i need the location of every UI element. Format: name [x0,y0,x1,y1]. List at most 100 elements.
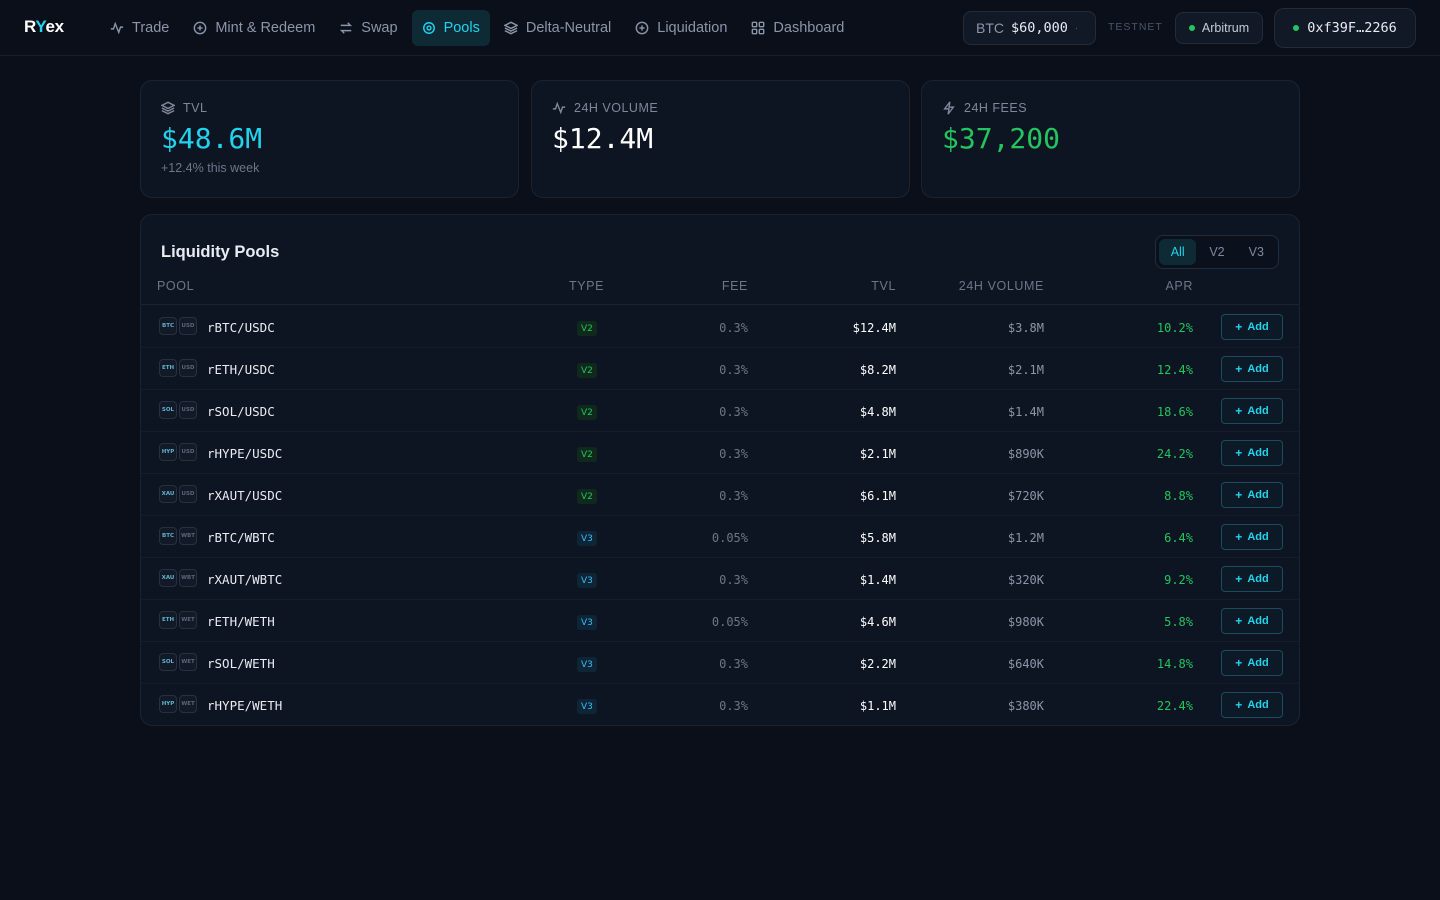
table-row[interactable]: BTC WBT rBTC/WBTC V3 0.05% $5.8M $1.2M 6.4% + Add [141,516,1299,558]
token-pair-icons: SOL WET [159,653,197,671]
pool-tvl: $2.2M [859,657,896,671]
stat-value: $37,200 [942,122,1061,155]
base-token-icon: XAU [159,485,177,503]
quote-token-icon: WET [179,695,197,713]
network-selector[interactable]: Arbitrum [1175,12,1263,44]
base-token-icon: HYP [159,443,177,461]
pool-type-badge: V2 [577,447,597,462]
pool-pair: rSOL/WETH [207,656,275,671]
add-liquidity-button[interactable]: + Add [1221,650,1283,676]
filter-all[interactable]: All [1159,239,1197,265]
filter-v2[interactable]: V2 [1198,239,1235,265]
base-token-icon: BTC [159,317,177,335]
pool-type-badge: V3 [577,573,597,588]
pool-fee: 0.3% [719,489,748,503]
column-header-pool[interactable]: POOL [157,279,194,293]
nav-dashboard[interactable]: Dashboard [741,10,854,46]
pool-apr: 18.6% [1156,405,1193,419]
token-pair-icons: XAU USD [159,485,197,503]
logo[interactable]: RYex [24,17,64,37]
add-liquidity-button[interactable]: + Add [1221,440,1283,466]
add-label: Add [1247,531,1269,543]
table-row[interactable]: XAU WBT rXAUT/WBTC V3 0.3% $1.4M $320K 9.2% + Add [141,558,1299,600]
pool-apr: 12.4% [1156,363,1193,377]
plus-icon: + [1235,614,1243,628]
table-row[interactable]: XAU USD rXAUT/USDC V2 0.3% $6.1M $720K 8.8% + Add [141,474,1299,516]
pool-pair: rETH/WETH [207,614,275,629]
nav-mint-redeem[interactable]: Mint & Redeem [183,10,325,46]
token-pair-icons: ETH USD [159,359,197,377]
target-icon [422,22,435,34]
pool-type-badge: V3 [577,615,597,630]
swap-icon [340,22,353,34]
stat-label: 24H VOLUME [574,101,659,115]
pool-pair: rXAUT/USDC [207,488,283,503]
table-row[interactable]: HYP WET rHYPE/WETH V3 0.3% $1.1M $380K 22.4% + Ad… [141,684,1299,725]
add-liquidity-button[interactable]: + Add [1221,482,1283,508]
layers-icon [161,101,175,115]
liquidity-pools-panel: Liquidity Pools All V2 V3 POOL TYPE FEE … [140,214,1300,726]
wallet-button[interactable]: 0xf39F…2266 [1274,8,1416,48]
pool-tvl: $4.8M [859,405,896,419]
pool-24h-volume: $640K [1007,657,1044,671]
plus-icon: + [1235,530,1243,544]
activity-icon [552,101,566,115]
table-row[interactable]: BTC USD rBTC/USDC V2 0.3% $12.4M $3.8M 10.2% + Ad… [141,306,1299,348]
stat-value: $12.4M [552,122,654,155]
pool-apr: 22.4% [1156,699,1193,713]
btc-price-ticker[interactable]: BTC $60,000 · [963,11,1096,45]
add-liquidity-button[interactable]: + Add [1221,356,1283,382]
activity-icon [110,21,124,35]
pool-fee: 0.3% [719,657,748,671]
pool-tvl: $2.1M [859,447,896,461]
add-liquidity-button[interactable]: + Add [1221,398,1283,424]
pool-type-badge: V2 [577,405,597,420]
pool-apr: 24.2% [1156,447,1193,461]
add-label: Add [1247,699,1269,711]
token-pair-icons: XAU WBT [159,569,197,587]
pool-type-filter: All V2 V3 [1155,235,1279,269]
pool-24h-volume: $890K [1007,447,1044,461]
pool-24h-volume: $380K [1007,699,1044,713]
nav-liquidation[interactable]: Liquidation [625,10,737,46]
table-row[interactable]: HYP USD rHYPE/USDC V2 0.3% $2.1M $890K 24.2% + Ad… [141,432,1299,474]
add-liquidity-button[interactable]: + Add [1221,692,1283,718]
panel-title: Liquidity Pools [161,243,280,261]
add-label: Add [1247,615,1269,627]
pool-apr: 5.8% [1164,615,1193,629]
table-row[interactable]: ETH WET rETH/WETH V3 0.05% $4.6M $980K 5.8% + Add [141,600,1299,642]
table-row[interactable]: ETH USD rETH/USDC V2 0.3% $8.2M $2.1M 12.4% + Add [141,348,1299,390]
token-pair-icons: SOL USD [159,401,197,419]
add-liquidity-button[interactable]: + Add [1221,608,1283,634]
add-label: Add [1247,573,1269,585]
quote-token-icon: USD [179,485,197,503]
testnet-label: TESTNET [1108,21,1163,33]
pool-24h-volume: $3.8M [1007,321,1044,335]
column-header-type[interactable]: TYPE [569,279,604,293]
pool-tvl: $12.4M [852,321,896,335]
pool-24h-volume: $720K [1007,489,1044,503]
base-token-icon: ETH [159,611,177,629]
add-liquidity-button[interactable]: + Add [1221,566,1283,592]
pool-24h-volume: $1.2M [1007,531,1044,545]
plus-icon: + [1235,488,1243,502]
column-header-tvl[interactable]: TVL [871,279,896,293]
add-liquidity-button[interactable]: + Add [1221,524,1283,550]
table-row[interactable]: SOL WET rSOL/WETH V3 0.3% $2.2M $640K 14.8% + Add [141,642,1299,684]
nav-pools[interactable]: Pools [411,10,490,46]
stat-card-tvl: TVL $48.6M +12.4% this week [140,80,519,198]
add-liquidity-button[interactable]: + Add [1221,314,1283,340]
stat-value: $48.6M [161,122,263,155]
pool-apr: 10.2% [1156,321,1193,335]
table-row[interactable]: SOL USD rSOL/USDC V2 0.3% $4.8M $1.4M 18.6% + Add [141,390,1299,432]
nav-delta-neutral[interactable]: Delta-Neutral [494,10,621,46]
filter-v3[interactable]: V3 [1238,239,1275,265]
column-header-24h-volume[interactable]: 24H VOLUME [959,279,1044,293]
top-bar: RYex Trade Mint & Redeem Swap Pools Delt… [0,0,1440,56]
column-header-apr[interactable]: APR [1165,279,1193,293]
column-header-fee[interactable]: FEE [722,279,748,293]
grid-icon [752,21,765,35]
nav-swap[interactable]: Swap [329,10,407,46]
nav-trade[interactable]: Trade [100,10,179,46]
status-dot-icon [1293,25,1300,31]
